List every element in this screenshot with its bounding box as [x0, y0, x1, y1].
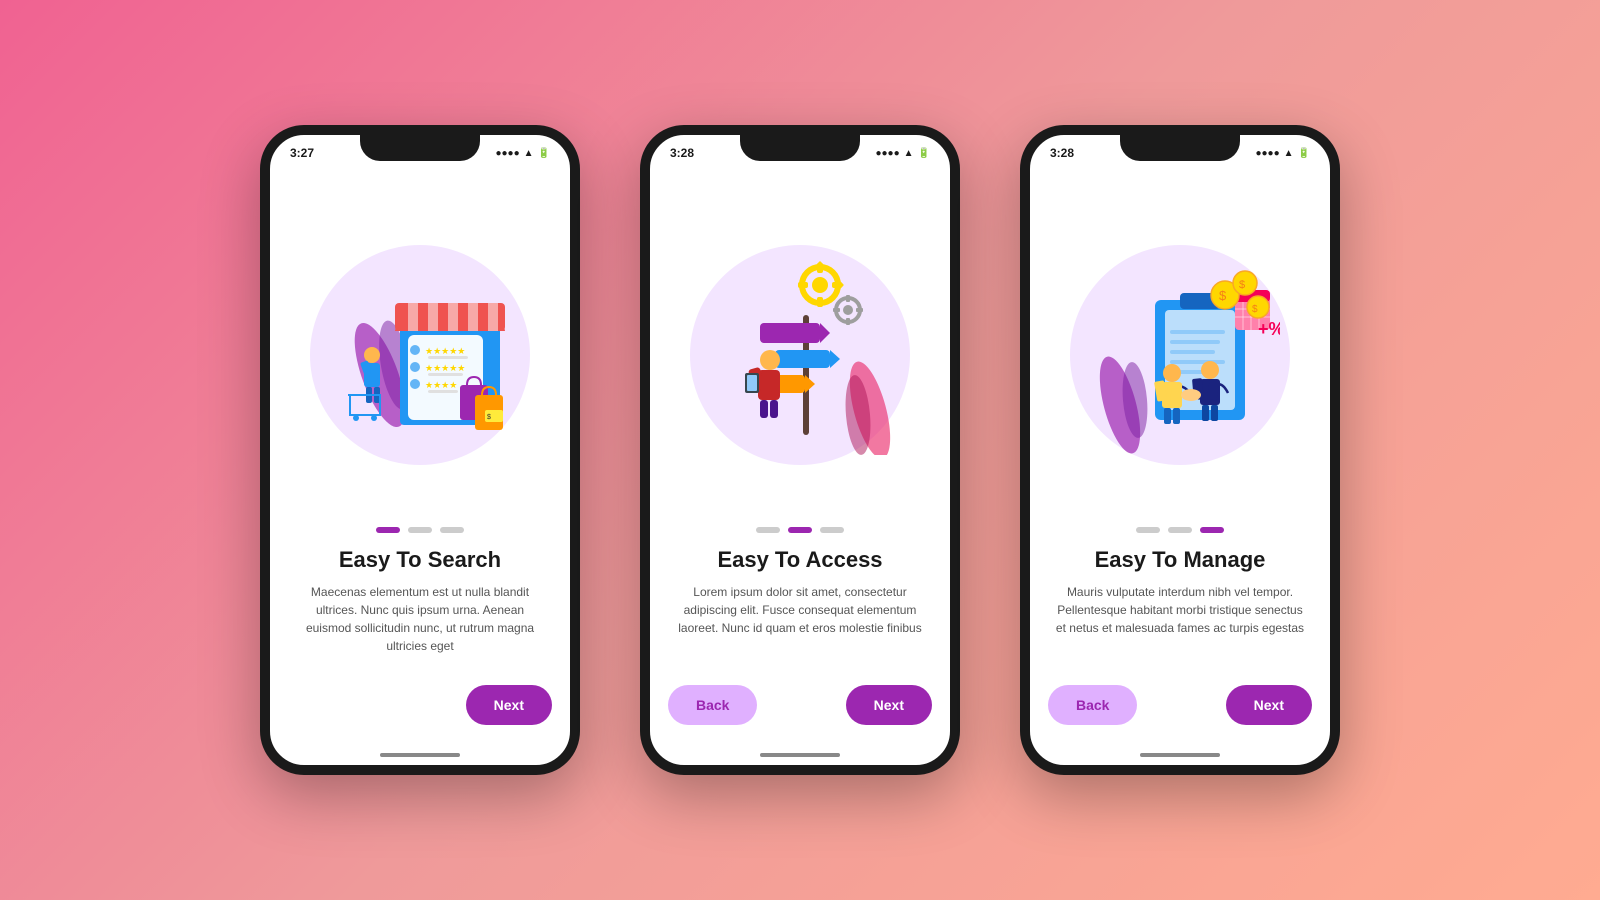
signal-icon-3: ●●●● [1255, 148, 1279, 159]
battery-icon-2: 🔋 [918, 148, 930, 159]
wifi-icon-3: ▲ [1284, 148, 1294, 159]
time-2: 3:28 [670, 146, 694, 160]
phone-2: 3:28 ●●●● ▲ 🔋 [640, 125, 960, 775]
next-button-3[interactable]: Next [1226, 685, 1312, 725]
dot-1-2 [408, 527, 432, 533]
status-icons-3: ●●●● ▲ 🔋 [1255, 148, 1310, 159]
dot-3-2 [1168, 527, 1192, 533]
title-2: Easy To Access [717, 547, 882, 573]
dot-1-1 [376, 527, 400, 533]
access-illustration [700, 255, 900, 455]
buttons-3: Back Next [1030, 685, 1330, 765]
phone-2-wrapper: 3:28 ●●●● ▲ 🔋 [640, 125, 960, 775]
buttons-1: Next [270, 685, 570, 765]
signal-icon-2: ●●●● [875, 148, 899, 159]
manage-illustration: $ $ $ +% [1080, 255, 1280, 455]
svg-text:+%: +% [1258, 319, 1280, 339]
dot-1-3 [440, 527, 464, 533]
dots-1 [376, 527, 464, 533]
svg-text:★★★★: ★★★★ [425, 380, 457, 390]
dot-2-3 [820, 527, 844, 533]
screen-2: Easy To Access Lorem ipsum dolor sit ame… [650, 135, 950, 765]
title-3: Easy To Manage [1095, 547, 1266, 573]
dot-3-1 [1136, 527, 1160, 533]
status-bar-3: 3:28 ●●●● ▲ 🔋 [1030, 141, 1330, 165]
dot-3-3 [1200, 527, 1224, 533]
dot-2-1 [756, 527, 780, 533]
time-1: 3:27 [290, 146, 314, 160]
status-icons-2: ●●●● ▲ 🔋 [875, 148, 930, 159]
phone-3: 3:28 ●●●● ▲ 🔋 [1020, 125, 1340, 775]
shopping-illustration: ★★★★★ ★★★★★ ★★★★ [320, 255, 520, 455]
illustration-area-3: $ $ $ +% [1030, 195, 1330, 515]
battery-icon: 🔋 [538, 148, 550, 159]
dots-2 [756, 527, 844, 533]
svg-text:★★★★★: ★★★★★ [425, 346, 465, 356]
signal-icon: ●●●● [495, 148, 519, 159]
next-button-1[interactable]: Next [466, 685, 552, 725]
illustration-area-1: ★★★★★ ★★★★★ ★★★★ [270, 195, 570, 515]
status-icons-1: ●●●● ▲ 🔋 [495, 148, 550, 159]
wifi-icon-2: ▲ [904, 148, 914, 159]
svg-text:$: $ [1219, 288, 1227, 303]
back-button-3[interactable]: Back [1048, 685, 1137, 725]
back-button-2[interactable]: Back [668, 685, 757, 725]
svg-text:$: $ [1252, 304, 1258, 315]
body-2: Lorem ipsum dolor sit amet, consectetur … [650, 583, 950, 685]
svg-text:★★★★★: ★★★★★ [425, 363, 465, 373]
status-bar-1: 3:27 ●●●● ▲ 🔋 [270, 141, 570, 165]
phone-1-wrapper: 3:27 ●●●● ▲ 🔋 [260, 125, 580, 775]
buttons-2: Back Next [650, 685, 950, 765]
illustration-area-2 [650, 195, 950, 515]
screen-3: $ $ $ +% [1030, 135, 1330, 765]
status-bar-2: 3:28 ●●●● ▲ 🔋 [650, 141, 950, 165]
body-3: Mauris vulputate interdum nibh vel tempo… [1030, 583, 1330, 685]
phone-1: 3:27 ●●●● ▲ 🔋 [260, 125, 580, 775]
svg-text:$: $ [1239, 279, 1245, 291]
screen-1: ★★★★★ ★★★★★ ★★★★ [270, 135, 570, 765]
time-3: 3:28 [1050, 146, 1074, 160]
next-button-2[interactable]: Next [846, 685, 932, 725]
phone-3-wrapper: 3:28 ●●●● ▲ 🔋 [1020, 125, 1340, 775]
svg-text:$: $ [487, 414, 491, 421]
wifi-icon: ▲ [524, 148, 534, 159]
dots-3 [1136, 527, 1224, 533]
title-1: Easy To Search [339, 547, 501, 573]
battery-icon-3: 🔋 [1298, 148, 1310, 159]
body-1: Maecenas elementum est ut nulla blandit … [270, 583, 570, 685]
dot-2-2 [788, 527, 812, 533]
